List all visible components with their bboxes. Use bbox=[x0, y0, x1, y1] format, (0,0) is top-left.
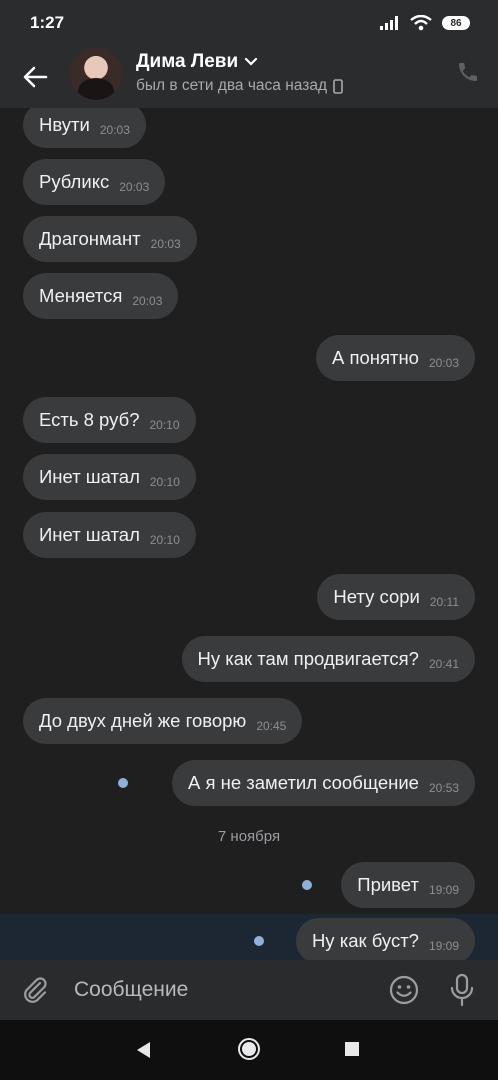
message-time: 19:09 bbox=[428, 939, 459, 953]
back-arrow-icon bbox=[23, 66, 48, 88]
message-bubble[interactable]: Рубликс 20:03 bbox=[23, 159, 166, 205]
message-row: Инет шатал 20:10 bbox=[0, 454, 498, 500]
message-bubble[interactable]: Инет шатал 20:10 bbox=[23, 454, 196, 500]
message-time: 20:45 bbox=[256, 719, 287, 733]
message-text: Нвути bbox=[39, 114, 90, 135]
message-time: 20:03 bbox=[119, 180, 150, 194]
message-text: Ну как там продвигается? bbox=[197, 648, 419, 669]
message-bubble[interactable]: Привет 19:09 bbox=[341, 862, 475, 908]
message-row: Рубликс 20:03 bbox=[0, 159, 498, 205]
wifi-icon bbox=[410, 15, 432, 31]
signal-icon bbox=[380, 16, 398, 30]
contact-name: Дима Леви bbox=[136, 51, 239, 72]
message-row: До двух дней же говорю 20:45 bbox=[0, 698, 498, 744]
message-text: Инет шатал bbox=[39, 524, 140, 545]
message-bubble[interactable]: Нвути 20:03 bbox=[23, 108, 146, 148]
microphone-icon[interactable] bbox=[448, 973, 476, 1007]
back-button[interactable] bbox=[18, 60, 52, 94]
battery-icon: 86 bbox=[442, 16, 470, 30]
nav-back-icon[interactable] bbox=[134, 1040, 154, 1060]
message-row: Привет 19:09 bbox=[0, 862, 498, 908]
unread-indicator bbox=[118, 778, 128, 788]
message-text: А понятно bbox=[331, 347, 419, 368]
message-text: Рубликс bbox=[39, 171, 110, 192]
message-text: Меняется bbox=[39, 285, 123, 306]
phone-icon[interactable] bbox=[456, 60, 480, 84]
message-text: Есть 8 руб? bbox=[39, 409, 140, 430]
unread-indicator bbox=[302, 880, 312, 890]
chevron-down-icon bbox=[245, 57, 258, 66]
message-text: Привет bbox=[357, 874, 419, 895]
status-time: 1:27 bbox=[30, 13, 65, 32]
message-bubble[interactable]: Есть 8 руб? 20:10 bbox=[23, 397, 196, 443]
message-time: 20:10 bbox=[149, 533, 180, 547]
message-time: 20:03 bbox=[99, 123, 130, 137]
message-row: Нету сори 20:11 bbox=[0, 574, 498, 620]
message-input[interactable] bbox=[72, 977, 366, 1003]
nav-recents-icon[interactable] bbox=[344, 1041, 360, 1057]
avatar[interactable] bbox=[70, 48, 122, 100]
status-icons: 86 bbox=[380, 13, 470, 33]
message-text: Драгонмант bbox=[39, 228, 141, 249]
message-bubble[interactable]: А понятно 20:03 bbox=[315, 335, 475, 381]
message-row: Инет шатал 20:10 bbox=[0, 512, 498, 558]
message-row: А понятно 20:03 bbox=[0, 335, 498, 381]
message-bubble[interactable]: Ну как буст? 19:09 bbox=[295, 918, 475, 960]
message-time: 20:10 bbox=[149, 475, 180, 489]
message-row: Нвути 20:03 bbox=[0, 108, 498, 148]
message-row: Ну как буст? 19:09 bbox=[0, 918, 498, 960]
date-separator: 7 ноября bbox=[217, 828, 281, 845]
message-bubble[interactable]: Драгонмант 20:03 bbox=[23, 216, 197, 262]
system-navigation-bar bbox=[0, 1020, 498, 1080]
message-time: 20:03 bbox=[428, 356, 459, 370]
message-list[interactable]: Нвути 20:03 Рубликс 20:03 Драгонмант 20:… bbox=[0, 108, 498, 960]
message-time: 20:03 bbox=[150, 237, 181, 251]
message-time: 20:10 bbox=[149, 418, 180, 432]
message-text: Инет шатал bbox=[39, 466, 140, 487]
status-bar: 1:27 86 bbox=[0, 0, 498, 46]
emoji-icon[interactable] bbox=[388, 974, 420, 1006]
paperclip-icon[interactable] bbox=[20, 975, 50, 1005]
message-time: 20:03 bbox=[132, 294, 163, 308]
message-bubble[interactable]: А я не заметил сообщение 20:53 bbox=[172, 760, 475, 806]
message-text: До двух дней же говорю bbox=[39, 710, 247, 731]
message-row: Меняется 20:03 bbox=[0, 273, 498, 319]
message-bubble[interactable]: Инет шатал 20:10 bbox=[23, 512, 196, 558]
message-text: А я не заметил сообщение bbox=[188, 772, 419, 793]
message-bubble[interactable]: Ну как там продвигается? 20:41 bbox=[181, 636, 475, 682]
message-row: А я не заметил сообщение 20:53 bbox=[0, 760, 498, 806]
contact-status: был в сети два часа назад bbox=[136, 77, 343, 95]
mobile-device-icon bbox=[333, 78, 343, 94]
message-row: Драгонмант 20:03 bbox=[0, 216, 498, 262]
unread-indicator bbox=[254, 936, 264, 946]
contact-name-button[interactable]: Дима Леви bbox=[136, 51, 258, 73]
message-time: 20:53 bbox=[428, 781, 459, 795]
message-time: 20:41 bbox=[428, 657, 459, 671]
message-text: Ну как буст? bbox=[311, 930, 419, 951]
message-row: Ну как там продвигается? 20:41 bbox=[0, 636, 498, 682]
message-time: 19:09 bbox=[428, 883, 459, 897]
last-seen-text: был в сети два часа назад bbox=[136, 77, 328, 94]
message-bubble[interactable]: Меняется 20:03 bbox=[23, 273, 179, 319]
message-row: Есть 8 руб? 20:10 bbox=[0, 397, 498, 443]
nav-home-icon[interactable] bbox=[237, 1037, 261, 1061]
message-composer bbox=[0, 960, 498, 1020]
message-text: Нету сори bbox=[333, 586, 420, 607]
message-time: 20:11 bbox=[429, 595, 459, 609]
message-bubble[interactable]: До двух дней же говорю 20:45 bbox=[23, 698, 303, 744]
chat-header: Дима Леви был в сети два часа назад bbox=[0, 46, 498, 108]
message-bubble[interactable]: Нету сори 20:11 bbox=[317, 574, 475, 620]
